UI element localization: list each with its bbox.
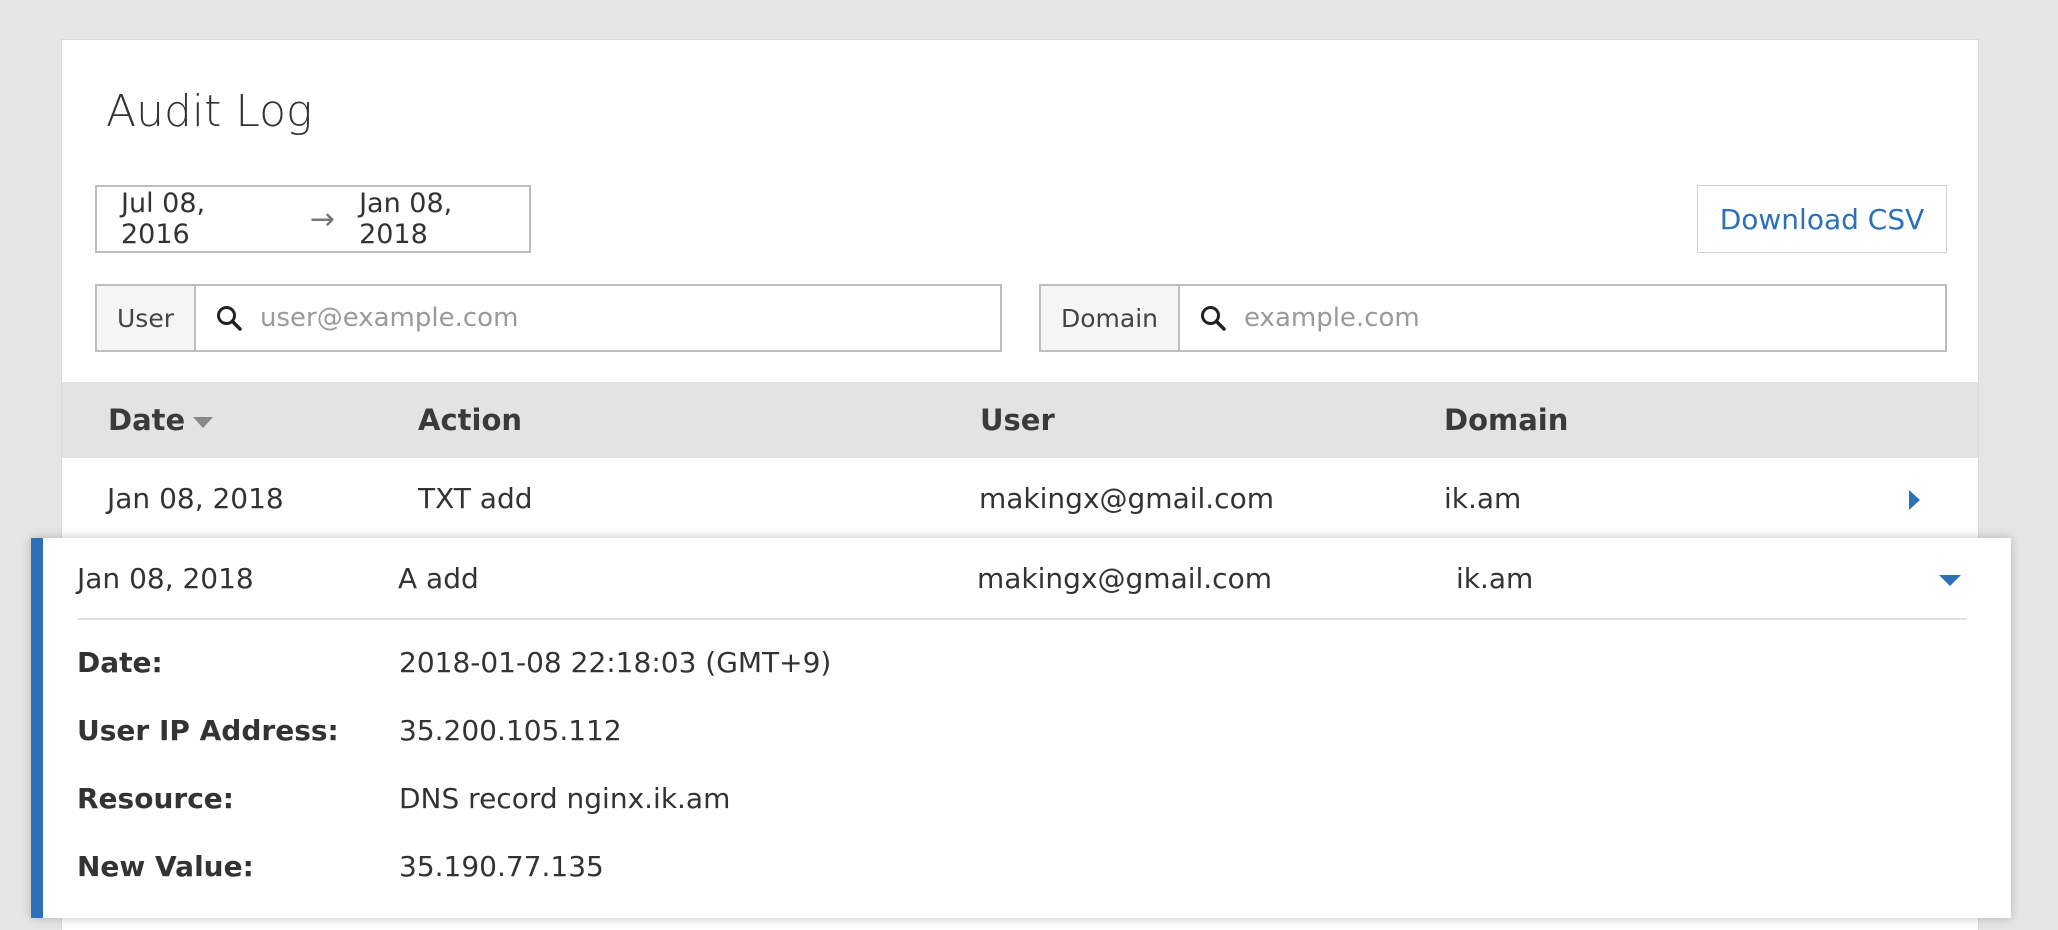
row-domain: ik.am bbox=[1456, 561, 1534, 595]
domain-filter: Domain bbox=[1039, 284, 1947, 352]
table-header: Date Action User Domain bbox=[62, 382, 1978, 458]
domain-search-box[interactable] bbox=[1180, 286, 1945, 350]
detail-label: User IP Address: bbox=[77, 714, 339, 747]
sort-desc-icon bbox=[193, 416, 214, 428]
row-date: Jan 08, 2018 bbox=[107, 481, 284, 515]
column-header-user[interactable]: User bbox=[980, 382, 1055, 458]
download-csv-button[interactable]: Download CSV bbox=[1697, 185, 1947, 253]
expanded-row-summary[interactable]: Jan 08, 2018 A add makingx@gmail.com ik.… bbox=[43, 538, 2011, 618]
search-icon bbox=[1201, 306, 1226, 331]
user-filter: User bbox=[95, 284, 1002, 352]
user-search-box[interactable] bbox=[196, 286, 1000, 350]
user-filter-label: User bbox=[97, 286, 196, 350]
domain-search-input[interactable] bbox=[1244, 303, 1945, 333]
column-header-date-label: Date bbox=[108, 403, 186, 437]
arrow-right-icon: → bbox=[309, 201, 336, 237]
row-action: A add bbox=[398, 561, 479, 595]
caret-down-icon[interactable] bbox=[1939, 575, 1961, 586]
date-range-end: Jan 08, 2018 bbox=[359, 188, 453, 250]
expanded-table-row[interactable]: Jan 08, 2018 A add makingx@gmail.com ik.… bbox=[31, 538, 2011, 918]
search-icon bbox=[216, 306, 242, 331]
detail-value: 2018-01-08 22:18:03 (GMT+9) bbox=[399, 646, 832, 679]
column-header-domain[interactable]: Domain bbox=[1444, 382, 1568, 458]
table-row[interactable]: Jan 08, 2018 TXT add makingx@gmail.com i… bbox=[62, 458, 1978, 538]
detail-user-ip: User IP Address: 35.200.105.112 bbox=[77, 714, 622, 747]
divider bbox=[77, 618, 1967, 620]
detail-label: Date: bbox=[77, 646, 163, 679]
caret-right-icon[interactable] bbox=[1909, 490, 1920, 510]
detail-value: 35.200.105.112 bbox=[399, 714, 622, 747]
date-range-picker[interactable]: Jul 08, 2016 → Jan 08, 2018 bbox=[95, 185, 531, 253]
column-header-action[interactable]: Action bbox=[418, 382, 522, 458]
row-domain: ik.am bbox=[1444, 481, 1522, 515]
page-title: Audit Log bbox=[106, 86, 313, 137]
detail-label: Resource: bbox=[77, 782, 234, 815]
detail-date: Date: 2018-01-08 22:18:03 (GMT+9) bbox=[77, 646, 831, 679]
user-search-input[interactable] bbox=[259, 303, 1000, 333]
detail-value: 35.190.77.135 bbox=[399, 850, 604, 883]
detail-label: New Value: bbox=[77, 850, 254, 883]
column-header-date[interactable]: Date bbox=[108, 382, 214, 458]
row-action: TXT add bbox=[418, 481, 533, 515]
row-user: makingx@gmail.com bbox=[979, 481, 1274, 515]
date-range-start: Jul 08, 2016 bbox=[121, 188, 206, 250]
domain-filter-label: Domain bbox=[1041, 286, 1181, 350]
detail-new-value: New Value: 35.190.77.135 bbox=[77, 850, 604, 883]
row-user: makingx@gmail.com bbox=[977, 561, 1272, 595]
detail-value: DNS record nginx.ik.am bbox=[399, 782, 731, 815]
row-date: Jan 08, 2018 bbox=[77, 561, 254, 595]
detail-resource: Resource: DNS record nginx.ik.am bbox=[77, 782, 730, 815]
